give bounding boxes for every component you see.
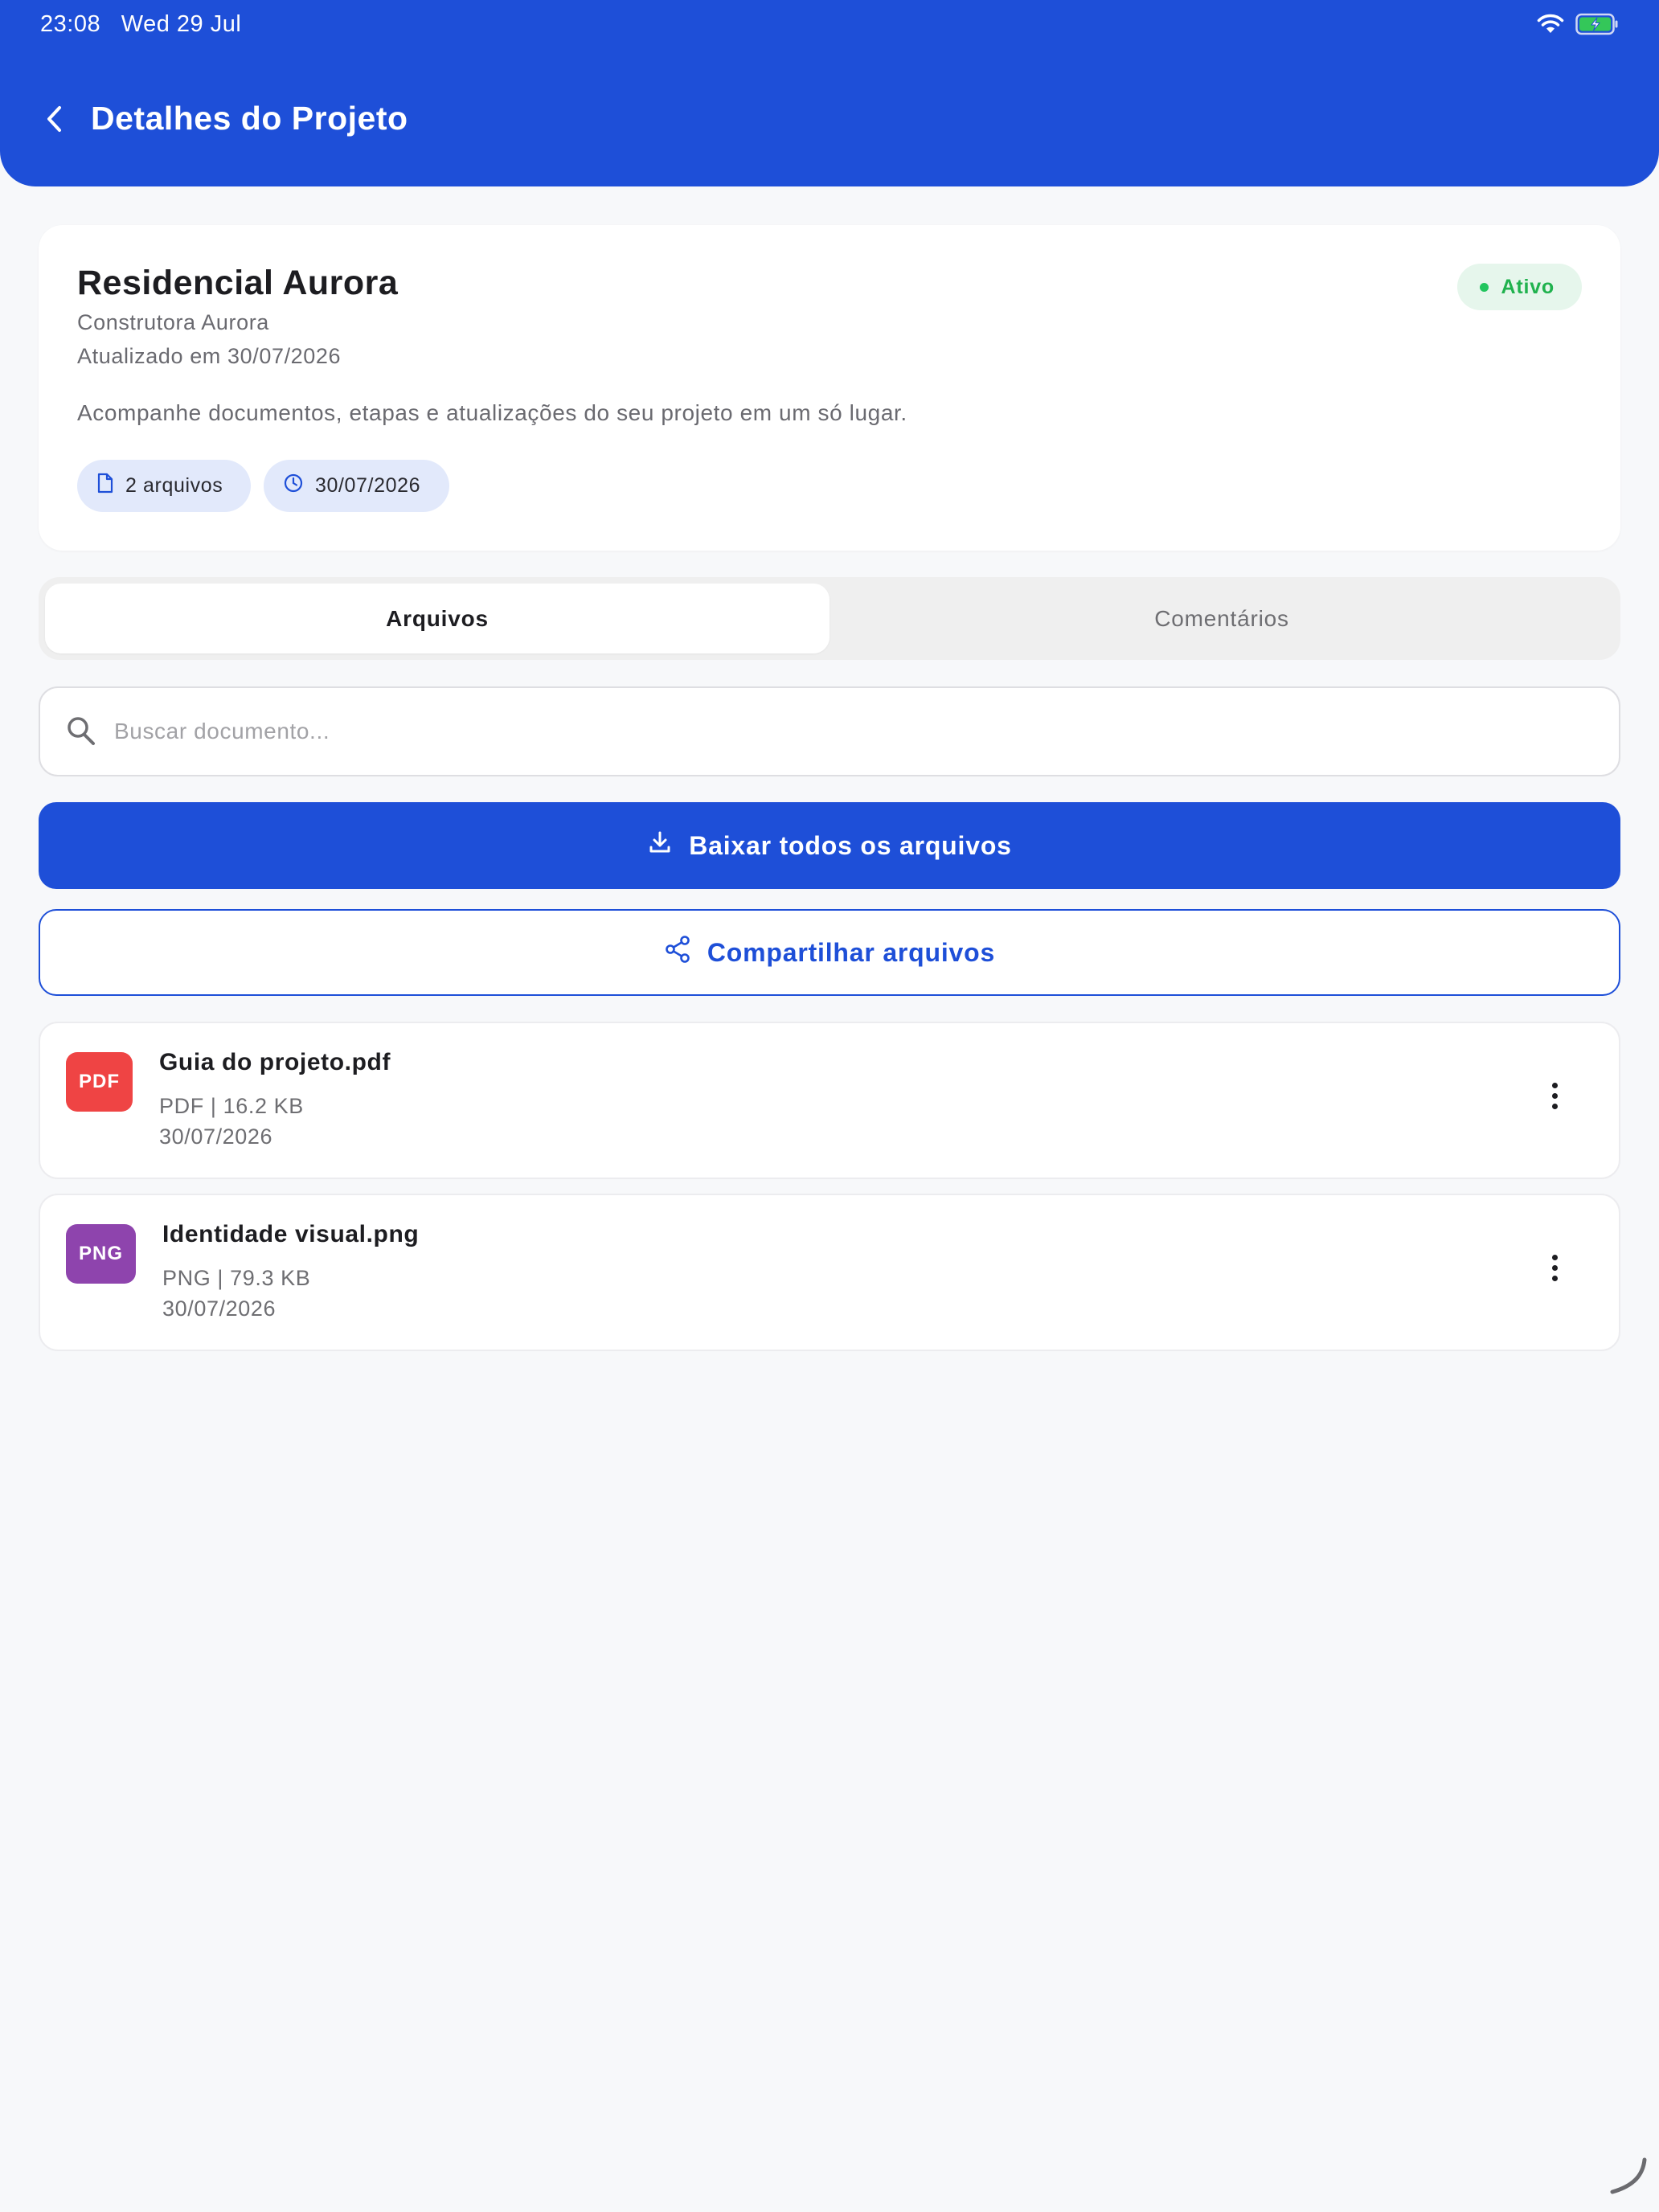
file-meta: PDF | 16.2 KB: [159, 1094, 304, 1118]
more-dot: [1551, 1092, 1558, 1099]
share-files-label: Compartilhar arquivos: [707, 937, 996, 967]
more-dot: [1551, 1275, 1558, 1281]
share-files-button[interactable]: Compartilhar arquivos: [39, 909, 1620, 996]
download-icon: [647, 830, 673, 862]
download-all-label: Baixar todos os arquivos: [689, 830, 1012, 860]
wifi-icon: [1537, 14, 1564, 39]
tab-arquivos[interactable]: Arquivos: [45, 584, 830, 653]
project-name: Residencial Aurora: [77, 264, 399, 302]
tab-comentarios[interactable]: Comentários: [830, 584, 1614, 653]
search-icon: [66, 715, 96, 752]
files-count-chip: 2 arquivos: [77, 460, 251, 512]
date-label: 30/07/2026: [315, 474, 421, 497]
file-row[interactable]: PNG Identidade visual.png PNG | 79.3 KB …: [39, 1194, 1620, 1351]
status-date: Wed 29 Jul: [121, 11, 242, 37]
more-dot: [1551, 1264, 1558, 1271]
back-button[interactable]: [29, 95, 80, 146]
files-count-label: 2 arquivos: [125, 474, 223, 497]
more-vertical-icon: [1551, 1254, 1558, 1260]
project-description: Acompanhe documentos, etapas e atualizaç…: [77, 400, 907, 425]
search-input[interactable]: [114, 707, 1577, 756]
page-title: Detalhes do Projeto: [91, 100, 408, 137]
document-icon: [96, 473, 114, 499]
download-all-button[interactable]: Baixar todos os arquivos: [39, 802, 1620, 889]
pdf-file-icon: PDF: [66, 1052, 133, 1112]
more-options-button[interactable]: [1529, 1242, 1580, 1293]
status-bar-time: 23:08 Wed 29 Jul: [40, 11, 241, 38]
clock-icon: [283, 473, 304, 499]
app-header: 23:08 Wed 29 Jul Detalhes do Projeto: [0, 0, 1659, 186]
project-company: Construtora Aurora: [77, 310, 269, 334]
corner-indicator-icon: [1608, 2157, 1648, 2201]
more-vertical-icon: [1551, 1082, 1558, 1088]
file-name: Guia do projeto.pdf: [159, 1049, 391, 1075]
more-dot: [1551, 1103, 1558, 1109]
project-card: Residencial Aurora Construtora Aurora At…: [39, 225, 1620, 551]
file-meta: PNG | 79.3 KB: [162, 1266, 311, 1290]
more-options-button[interactable]: [1529, 1070, 1580, 1121]
share-icon: [664, 935, 691, 970]
status-badge: Ativo: [1456, 264, 1582, 310]
project-updated: Atualizado em 30/07/2026: [77, 344, 342, 368]
status-icons: [1537, 13, 1619, 39]
battery-charging-icon: [1575, 13, 1619, 39]
status-time: 23:08: [40, 11, 101, 37]
status-dot-icon: [1479, 282, 1489, 292]
file-date: 30/07/2026: [159, 1124, 273, 1149]
date-chip: 30/07/2026: [264, 460, 449, 512]
file-row[interactable]: PDF Guia do projeto.pdf PDF | 16.2 KB 30…: [39, 1022, 1620, 1179]
tab-bar: Arquivos Comentários: [39, 577, 1620, 660]
chevron-left-icon: [43, 103, 66, 139]
search-bar: [39, 686, 1620, 776]
file-name: Identidade visual.png: [162, 1221, 420, 1247]
png-file-icon: PNG: [66, 1224, 136, 1284]
status-label: Ativo: [1501, 275, 1555, 298]
file-date: 30/07/2026: [162, 1296, 276, 1321]
